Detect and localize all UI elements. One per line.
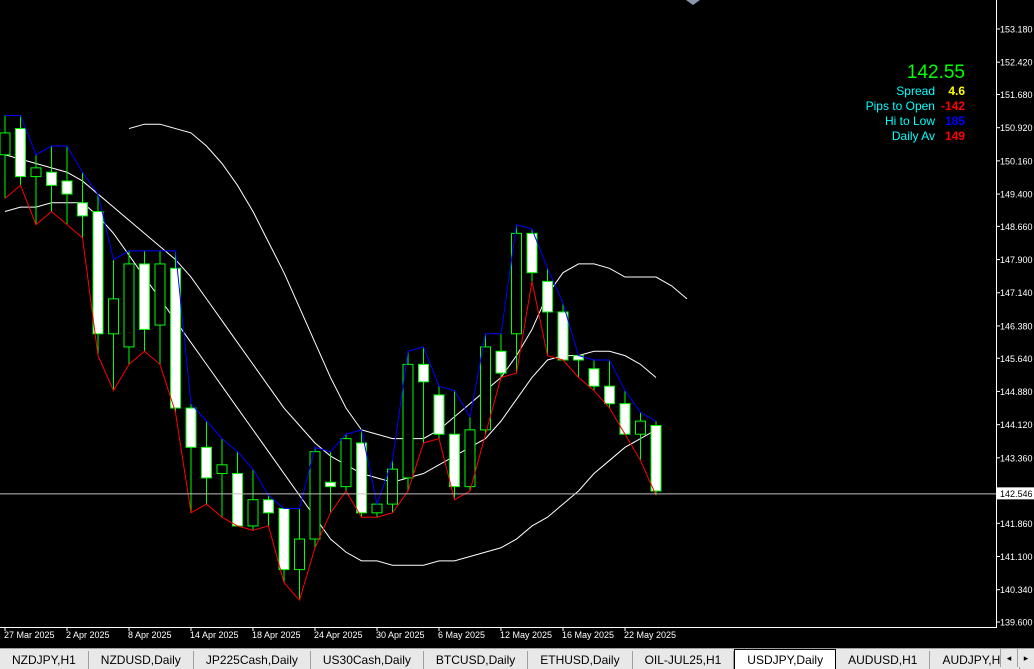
hi-to-low-label: Hi to Low [884,114,935,128]
price-tick-label: 149.400 [1000,190,1033,200]
candle-body[interactable] [278,507,290,571]
candle-body[interactable] [185,407,197,448]
candle-body[interactable] [201,446,212,479]
tab-usdjpy-daily[interactable]: USDJPY,Daily [734,649,837,669]
spread-label: Spread [896,84,935,98]
candle-body[interactable] [635,420,646,435]
candle-body[interactable] [154,263,166,326]
spread-value: 4.6 [948,84,965,98]
candle-body[interactable] [387,468,398,505]
candle-body[interactable] [480,346,491,431]
time-tick-label: 14 Apr 2025 [190,630,239,640]
candle-body[interactable] [418,363,429,383]
hi-to-low-value: 185 [944,114,965,128]
price-tick-label: 146.380 [1000,321,1033,331]
current-price-tag-label: 142.546 [1000,489,1033,499]
time-tick-label: 24 Apr 2025 [314,630,363,640]
candle-body[interactable] [433,394,445,435]
tab-oil-jul25-h1[interactable]: OIL-JUL25,H1 [632,651,735,669]
price-tick-label: 151.680 [1000,90,1033,100]
daily-average-row: Daily Av 149 [866,129,965,144]
time-tick-label: 27 Mar 2025 [4,630,55,640]
price-tick-label: 147.900 [1000,255,1033,265]
time-tick-label: 30 Apr 2025 [376,630,425,640]
candle-body[interactable] [340,438,352,488]
price-tick-label: 145.640 [1000,354,1033,364]
tab-jp225cash-daily[interactable]: JP225Cash,Daily [193,651,311,669]
candle-body[interactable] [77,202,88,217]
tab-scroll-left-icon[interactable]: ◂ [1000,649,1017,667]
time-tick-label: 2 Apr 2025 [66,630,110,640]
candle-body[interactable] [139,263,150,330]
chart-tabs-bar: NZDJPY,H1 NZDUSD,Daily JP225Cash,Daily US30… [0,648,1034,669]
tab-ethusd-daily[interactable]: ETHUSD,Daily [528,651,633,669]
price-tick-label: 150.920 [1000,123,1033,133]
candle-body[interactable] [46,171,57,186]
current-price-display: 142.55 [906,62,965,83]
price-tick-label: 152.420 [1000,58,1033,68]
candle-body[interactable] [449,433,460,488]
tab-audusd-h1[interactable]: AUDUSD,H1 [836,651,931,669]
tab-scroll-right-icon[interactable]: ▸ [1017,649,1034,667]
spread-row: Spread 4.6 [866,84,965,99]
price-tick-label: 150.160 [1000,156,1033,166]
candle-body[interactable] [232,473,243,527]
candle-body[interactable] [123,263,135,348]
tab-us30cash-daily[interactable]: US30Cash,Daily [310,651,424,669]
candle-body[interactable] [526,232,538,274]
price-tick-label: 153.180 [1000,25,1033,35]
candle-body[interactable] [356,442,367,514]
time-tick-label: 6 May 2025 [438,630,485,640]
chart-shift-marker-icon[interactable] [686,0,700,5]
price-tick-label: 144.120 [1000,420,1033,430]
time-tick-label: 12 May 2025 [500,630,552,640]
price-tick-label: 140.340 [1000,585,1033,595]
price-tick-label: 147.140 [1000,288,1033,298]
candle-body[interactable] [30,167,42,178]
candle-body[interactable] [557,311,569,361]
candle-body[interactable] [0,132,11,156]
tab-scroll-arrows: ◂ ▸ [1000,649,1034,667]
candle-body[interactable] [619,403,631,435]
tab-btcusd-daily[interactable]: BTCUSD,Daily [423,651,529,669]
tab-nzdjpy-h1[interactable]: NZDJPY,H1 [0,651,89,669]
candle-body[interactable] [61,180,73,195]
candle-body[interactable] [542,280,553,313]
candle-body[interactable] [263,499,274,514]
candle-body[interactable] [650,424,662,492]
time-tick-label: 16 May 2025 [562,630,614,640]
daily-average-value: 149 [944,129,965,143]
time-tick-label: 18 Apr 2025 [252,630,301,640]
candle-body[interactable] [108,298,119,335]
hi-to-low-row: Hi to Low 185 [866,114,965,129]
candle-body[interactable] [325,481,336,488]
pips-to-open-value: -142 [940,99,965,113]
price-tick-label: 143.360 [1000,453,1033,463]
candle-body[interactable] [15,128,26,178]
price-tick-label: 141.100 [1000,552,1033,562]
price-chart[interactable]: 153.180 152.420 151.680 150.920 150.160 149.4… [0,0,1034,648]
candle-body[interactable] [247,499,259,527]
price-tick-label: 141.860 [1000,519,1033,529]
tab-nzdusd-daily[interactable]: NZDUSD,Daily [88,651,194,669]
candle-body[interactable] [588,368,600,387]
candle-body[interactable] [294,538,305,571]
candle-body[interactable] [495,350,507,374]
candle-body[interactable] [402,363,414,479]
candle-body[interactable] [309,451,321,540]
daily-average-label: Daily Av [891,129,935,143]
pips-to-open-row: Pips to Open -142 [866,99,965,114]
candle-body[interactable] [216,464,228,475]
info-panel: 142.55 Spread 4.6 Pips to Open -142 Hi to … [866,62,965,144]
pips-to-open-label: Pips to Open [865,99,935,113]
time-tick-label: 22 May 2025 [624,630,676,640]
candle-body[interactable] [604,385,615,405]
price-tick-label: 148.660 [1000,222,1033,232]
time-tick-label: 8 Apr 2025 [128,630,172,640]
price-tick-label: 139.600 [1000,618,1033,628]
candle-body[interactable] [92,211,104,335]
price-tick-label: 144.880 [1000,387,1033,397]
